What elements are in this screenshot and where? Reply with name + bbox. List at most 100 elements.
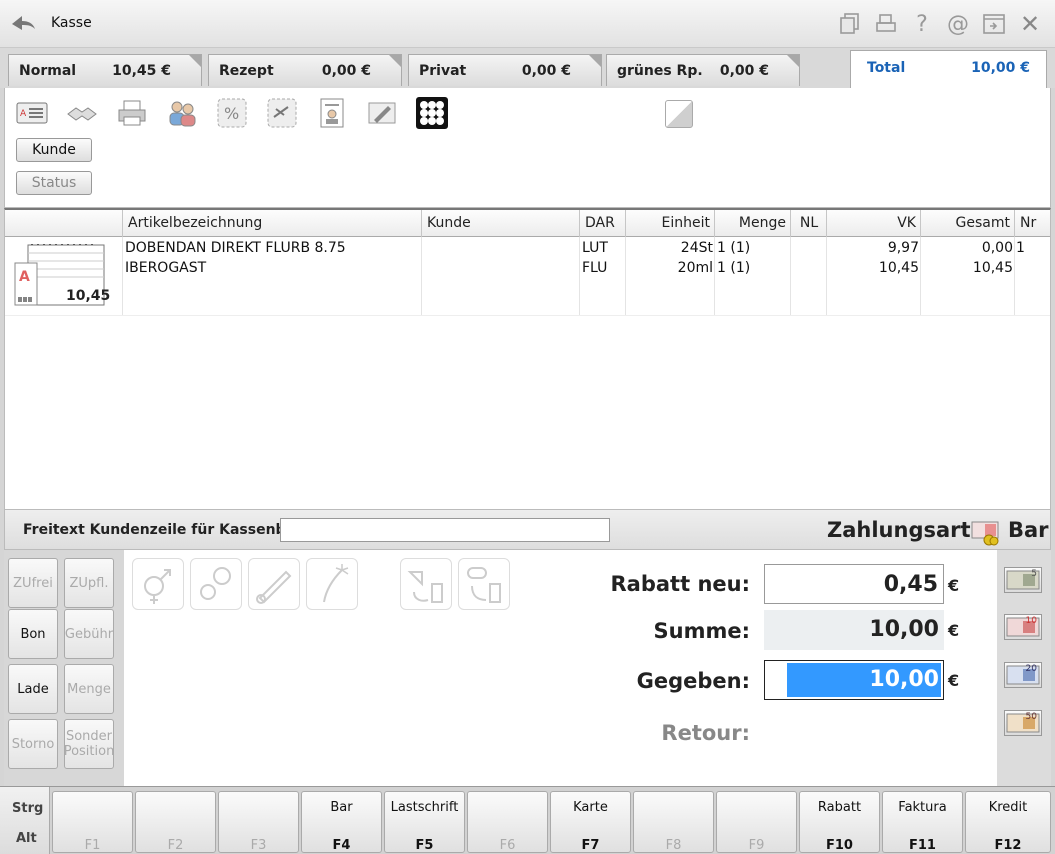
note-10-value: 10 bbox=[1025, 616, 1037, 626]
f3-button[interactable]: F3 bbox=[218, 791, 299, 853]
summe-field: 10,00 bbox=[764, 610, 944, 650]
at-icon[interactable]: @ bbox=[943, 10, 973, 38]
tab-label: Rezept bbox=[219, 63, 274, 79]
fkey-number: F3 bbox=[250, 838, 267, 853]
f7-karte-button[interactable]: Karte F7 bbox=[550, 791, 631, 853]
row-gesamt: 0,00 bbox=[981, 240, 1013, 256]
freitext-input[interactable] bbox=[280, 518, 610, 542]
column-header-vk[interactable]: VK bbox=[826, 210, 921, 237]
fkey-label: Faktura bbox=[898, 800, 947, 815]
cash-icon bbox=[971, 521, 999, 546]
tab-label: Normal bbox=[19, 63, 77, 79]
toolbar-icons: A % bbox=[15, 96, 449, 130]
tab-amount: 10,45 € bbox=[112, 63, 171, 79]
status-button[interactable]: Status bbox=[16, 171, 92, 195]
column-header-nr[interactable]: Nr bbox=[1014, 210, 1050, 237]
close-icon[interactable]: ✕ bbox=[1015, 10, 1045, 38]
titlebar-icons: ? @ ✕ bbox=[835, 10, 1045, 38]
gegeben-field[interactable]: 10,00 bbox=[764, 660, 944, 700]
row-dar: FLU bbox=[582, 260, 608, 276]
f4-bar-button[interactable]: Bar F4 bbox=[301, 791, 382, 853]
fkey-number: F8 bbox=[665, 838, 682, 853]
f5-lastschrift-button[interactable]: Lastschrift F5 bbox=[384, 791, 465, 853]
tab-label: Privat bbox=[419, 63, 467, 79]
summe-currency: € bbox=[948, 621, 960, 640]
gebuehr-button[interactable]: Gebühr bbox=[64, 609, 114, 659]
payment-panel: Rabatt neu: 0,45 € Summe: 10,00 € Gegebe… bbox=[124, 550, 997, 786]
f11-faktura-button[interactable]: Faktura F11 bbox=[882, 791, 963, 853]
strg-label[interactable]: Strg bbox=[12, 801, 43, 816]
column-header-gesamt[interactable]: Gesamt bbox=[920, 210, 1015, 237]
handshake-icon[interactable] bbox=[65, 96, 99, 130]
back-arrow-icon[interactable] bbox=[8, 10, 38, 34]
column-header-kunde[interactable]: Kunde bbox=[421, 210, 580, 237]
dandelion-icon[interactable] bbox=[306, 558, 358, 610]
printer-icon[interactable] bbox=[115, 96, 149, 130]
f8-button[interactable]: F8 bbox=[633, 791, 714, 853]
row-menge: 1 (1) bbox=[717, 260, 751, 276]
coupon-icon[interactable] bbox=[265, 96, 299, 130]
lade-button[interactable]: Lade bbox=[8, 664, 58, 714]
note-50-button[interactable]: 50 bbox=[1004, 710, 1042, 736]
customer-card-icon[interactable]: A bbox=[15, 96, 49, 130]
bon-button[interactable]: Bon bbox=[8, 609, 58, 659]
toggle-square-icon[interactable] bbox=[665, 100, 693, 128]
column-header-menge[interactable]: Menge bbox=[714, 210, 791, 237]
edit-icon[interactable] bbox=[365, 96, 399, 130]
f1-button[interactable]: F1 bbox=[52, 791, 133, 853]
tab-gruenes-rezept[interactable]: grünes Rp. 0,00 € bbox=[606, 54, 800, 86]
fkey-number: F12 bbox=[994, 838, 1022, 853]
f9-button[interactable]: F9 bbox=[716, 791, 797, 853]
tab-normal[interactable]: Normal 10,45 € bbox=[8, 54, 202, 86]
pill-exchange-icon[interactable] bbox=[458, 558, 510, 610]
help-icon[interactable]: ? bbox=[907, 10, 937, 38]
f2-button[interactable]: F2 bbox=[135, 791, 216, 853]
title-bar: Kasse ? @ ✕ bbox=[0, 0, 1055, 48]
svg-text:%: % bbox=[224, 104, 239, 123]
thermometer-icon[interactable] bbox=[248, 558, 300, 610]
kunde-button[interactable]: Kunde bbox=[16, 138, 92, 162]
zufrei-button[interactable]: ZUfrei bbox=[8, 558, 58, 608]
fkey-number: F7 bbox=[581, 838, 600, 853]
tab-privat[interactable]: Privat 0,00 € bbox=[408, 54, 602, 86]
zahlungsart-value: Bar bbox=[1008, 518, 1049, 542]
zupfl-button[interactable]: ZUpfl. bbox=[64, 558, 114, 608]
column-header-artikel[interactable]: Artikelbezeichnung bbox=[122, 210, 422, 237]
alt-label[interactable]: Alt bbox=[16, 831, 37, 846]
note-5-button[interactable]: 5 bbox=[1004, 567, 1042, 593]
storno-button[interactable]: Storno bbox=[8, 719, 58, 769]
column-header-nl[interactable]: NL bbox=[790, 210, 827, 237]
column-header-dar[interactable]: DAR bbox=[579, 210, 626, 237]
rabatt-field[interactable]: 0,45 bbox=[764, 564, 944, 604]
window-icon[interactable] bbox=[979, 10, 1009, 38]
gender-icon[interactable] bbox=[132, 558, 184, 610]
medication-exchange-icon[interactable] bbox=[400, 558, 452, 610]
people-icon[interactable] bbox=[165, 96, 199, 130]
column-header-einheit[interactable]: Einheit bbox=[625, 210, 715, 237]
modifier-keys: Strg Alt bbox=[0, 787, 50, 854]
menge-button[interactable]: Menge bbox=[64, 664, 114, 714]
print-icon[interactable] bbox=[871, 10, 901, 38]
tab-rezept[interactable]: Rezept 0,00 € bbox=[208, 54, 402, 86]
document-icon[interactable] bbox=[315, 96, 349, 130]
function-key-bar: Strg Alt F1 F2 F3 Bar F4 Lastschrift F5 F6… bbox=[0, 786, 1055, 854]
note-20-button[interactable]: 20 bbox=[1004, 662, 1042, 688]
f10-rabatt-button[interactable]: Rabatt F10 bbox=[799, 791, 880, 853]
note-10-button[interactable]: 10 bbox=[1004, 614, 1042, 640]
fkey-number: F6 bbox=[499, 838, 516, 853]
gegeben-currency: € bbox=[948, 671, 960, 690]
percent-icon[interactable]: % bbox=[215, 96, 249, 130]
child-icon[interactable] bbox=[190, 558, 242, 610]
tab-amount: 10,00 € bbox=[971, 60, 1030, 76]
sonderposition-button[interactable]: Sonder Position bbox=[64, 719, 114, 769]
freitext-label: Freitext Kundenzeile für Kassenbon: bbox=[23, 522, 311, 538]
gegeben-value: 10,00 bbox=[787, 663, 941, 697]
copy-icon[interactable] bbox=[835, 10, 865, 38]
f6-button[interactable]: F6 bbox=[467, 791, 548, 853]
row-vk: 10,45 bbox=[878, 260, 919, 276]
f12-kredit-button[interactable]: Kredit F12 bbox=[965, 791, 1051, 853]
receipt-thumbnail[interactable]: A 10,45 bbox=[14, 243, 110, 307]
grid-dots-icon[interactable] bbox=[415, 96, 449, 130]
tab-total[interactable]: Total 10,00 € bbox=[850, 50, 1047, 88]
rabatt-label: Rabatt neu: bbox=[610, 572, 750, 596]
